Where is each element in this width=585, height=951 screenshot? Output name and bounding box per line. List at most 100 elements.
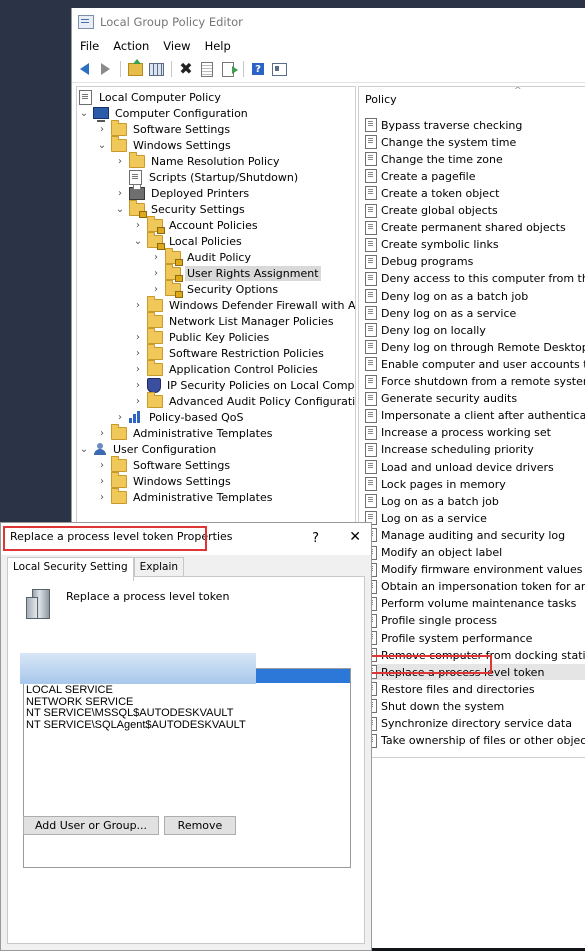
- list-item[interactable]: LOCAL SERVICE: [26, 684, 246, 697]
- properties-button[interactable]: [269, 60, 289, 78]
- add-user-or-group-button[interactable]: Add User or Group...: [23, 816, 159, 835]
- chevron-right-icon[interactable]: ›: [133, 332, 143, 343]
- policy-row[interactable]: Replace a process level token: [365, 664, 585, 681]
- policy-row[interactable]: Deny log on locally: [365, 322, 585, 338]
- policy-row[interactable]: Debug programs: [365, 254, 585, 270]
- policy-row[interactable]: Create permanent shared objects: [365, 220, 585, 236]
- tree-item-name-resolution-policy[interactable]: › Name Resolution Policy: [115, 151, 282, 169]
- policy-row[interactable]: Profile system performance: [365, 630, 585, 646]
- policy-row[interactable]: Shut down the system: [365, 698, 585, 714]
- policy-row[interactable]: Create symbolic links: [365, 237, 585, 253]
- chevron-right-icon[interactable]: ›: [133, 364, 143, 375]
- chevron-right-icon[interactable]: ›: [133, 220, 143, 231]
- chevron-right-icon[interactable]: ›: [133, 300, 143, 311]
- chevron-right-icon[interactable]: ›: [133, 396, 143, 407]
- help-button[interactable]: ?: [248, 60, 268, 78]
- policy-row[interactable]: Log on as a batch job: [365, 493, 585, 509]
- tree-item-local-policies[interactable]: ⌄ Local Policies: [133, 231, 244, 250]
- policy-row[interactable]: Remove computer from docking station: [365, 647, 585, 663]
- tree-item-software-settings[interactable]: › Software Settings: [97, 119, 232, 137]
- policy-row[interactable]: Impersonate a client after authenticatio…: [365, 408, 585, 424]
- chevron-right-icon[interactable]: ›: [151, 284, 161, 295]
- tree-item-audit-policy[interactable]: › Audit Policy: [151, 247, 253, 266]
- chevron-down-icon[interactable]: ⌄: [115, 204, 125, 215]
- policy-row[interactable]: Change the time zone: [365, 151, 585, 167]
- tree-item-public-key-policies[interactable]: › Public Key Policies: [133, 327, 271, 345]
- policy-row[interactable]: Lock pages in memory: [365, 476, 585, 492]
- policy-row[interactable]: Create a pagefile: [365, 168, 585, 184]
- policy-row[interactable]: Increase scheduling priority: [365, 442, 585, 458]
- chevron-right-icon[interactable]: ›: [97, 428, 107, 439]
- chevron-right-icon[interactable]: ›: [133, 348, 143, 359]
- policy-row[interactable]: Create global objects: [365, 203, 585, 219]
- chevron-right-icon[interactable]: ›: [151, 252, 161, 263]
- remove-button[interactable]: Remove: [164, 816, 236, 835]
- chevron-down-icon[interactable]: ⌄: [133, 236, 143, 247]
- chevron-down-icon[interactable]: ⌄: [97, 140, 107, 151]
- tree-item-user-administrative-templates[interactable]: › Administrative Templates: [97, 487, 275, 505]
- tree-item-defender-firewall[interactable]: › Windows Defender Firewall with Advanc: [133, 295, 355, 313]
- policy-row[interactable]: Enable computer and user accounts to be …: [365, 356, 585, 372]
- tree-item-user-software-settings[interactable]: › Software Settings: [97, 455, 232, 473]
- menu-action[interactable]: Action: [113, 39, 157, 53]
- menu-view[interactable]: View: [163, 39, 198, 53]
- chevron-right-icon[interactable]: ›: [97, 476, 107, 487]
- policy-row[interactable]: Manage auditing and security log: [365, 527, 585, 543]
- tree-item-software-restriction[interactable]: › Software Restriction Policies: [133, 343, 326, 361]
- tree-item-computer-configuration[interactable]: ⌄ Computer Configuration: [79, 105, 250, 122]
- tree-item-policy-based-qos[interactable]: › Policy-based QoS: [115, 409, 246, 425]
- policy-column-header[interactable]: Policy ^: [359, 87, 585, 111]
- chevron-right-icon[interactable]: ›: [97, 124, 107, 135]
- tab-explain[interactable]: Explain: [133, 557, 185, 577]
- policy-row[interactable]: Log on as a service: [365, 510, 585, 526]
- tree-item-administrative-templates[interactable]: › Administrative Templates: [97, 423, 275, 441]
- chevron-down-icon[interactable]: ⌄: [79, 444, 89, 455]
- forward-button[interactable]: [95, 60, 115, 78]
- policy-row[interactable]: Modify firmware environment values: [365, 562, 585, 578]
- show-hide-tree-button[interactable]: [146, 60, 166, 78]
- tree-item-windows-settings[interactable]: ⌄ Windows Settings: [97, 135, 233, 153]
- tree-item-network-list-manager[interactable]: Network List Manager Policies: [133, 311, 336, 329]
- policy-row[interactable]: Force shutdown from a remote system: [365, 374, 585, 390]
- tree-item-user-configuration[interactable]: ⌄ User Configuration: [79, 441, 218, 457]
- policy-row[interactable]: Bypass traverse checking: [365, 117, 585, 133]
- policy-row[interactable]: Deny log on as a batch job: [365, 288, 585, 304]
- policy-row[interactable]: Increase a process working set: [365, 425, 585, 441]
- policy-row[interactable]: Change the system time: [365, 134, 585, 150]
- delete-button[interactable]: ✖: [176, 60, 196, 78]
- up-one-level-button[interactable]: [125, 58, 145, 78]
- tree-item-deployed-printers[interactable]: › Deployed Printers: [115, 183, 251, 201]
- policy-row[interactable]: Profile single process: [365, 613, 585, 629]
- chevron-right-icon[interactable]: ›: [151, 268, 161, 279]
- tree-item-user-windows-settings[interactable]: › Windows Settings: [97, 471, 233, 489]
- tab-local-security-setting[interactable]: Local Security Setting: [7, 557, 134, 581]
- list-item[interactable]: NT SERVICE\SQLAgent$AUTODESKVAULT: [26, 719, 246, 732]
- policy-row[interactable]: Generate security audits: [365, 391, 585, 407]
- policy-row[interactable]: Deny access to this computer from the ne…: [365, 271, 585, 287]
- tree-item-user-rights-assignment[interactable]: › User Rights Assignment: [151, 263, 321, 282]
- back-button[interactable]: [74, 60, 94, 78]
- tree-item-advanced-audit[interactable]: › Advanced Audit Policy Configuration: [133, 391, 355, 409]
- chevron-right-icon[interactable]: ›: [115, 188, 125, 199]
- chevron-down-icon[interactable]: ⌄: [79, 108, 89, 119]
- tree-item-scripts[interactable]: Scripts (Startup/Shutdown): [115, 169, 300, 185]
- policy-row[interactable]: Synchronize directory service data: [365, 716, 585, 732]
- policy-row[interactable]: Modify an object label: [365, 545, 585, 561]
- tree-item-security-settings[interactable]: ⌄ Security Settings: [115, 199, 247, 218]
- export-list-button[interactable]: [218, 60, 238, 78]
- tree-item-security-options[interactable]: › Security Options: [151, 279, 280, 298]
- chevron-right-icon[interactable]: ›: [133, 380, 143, 391]
- tree-item-application-control[interactable]: › Application Control Policies: [133, 359, 320, 377]
- policy-row[interactable]: Deny log on as a service: [365, 305, 585, 321]
- chevron-right-icon[interactable]: ›: [97, 492, 107, 503]
- tree-item-account-policies[interactable]: › Account Policies: [133, 215, 260, 234]
- tree-item-local-computer-policy[interactable]: Local Computer Policy: [79, 89, 223, 105]
- policy-row[interactable]: Load and unload device drivers: [365, 459, 585, 475]
- policy-row[interactable]: Restore files and directories: [365, 681, 585, 697]
- policy-row[interactable]: Take ownership of files or other objects: [365, 733, 585, 749]
- menu-file[interactable]: File: [80, 39, 107, 53]
- chevron-right-icon[interactable]: ›: [115, 156, 125, 167]
- tree-item-ip-security[interactable]: › IP Security Policies on Local Computer: [133, 377, 355, 393]
- chevron-right-icon[interactable]: ›: [115, 412, 125, 423]
- close-icon[interactable]: ✕: [349, 529, 361, 545]
